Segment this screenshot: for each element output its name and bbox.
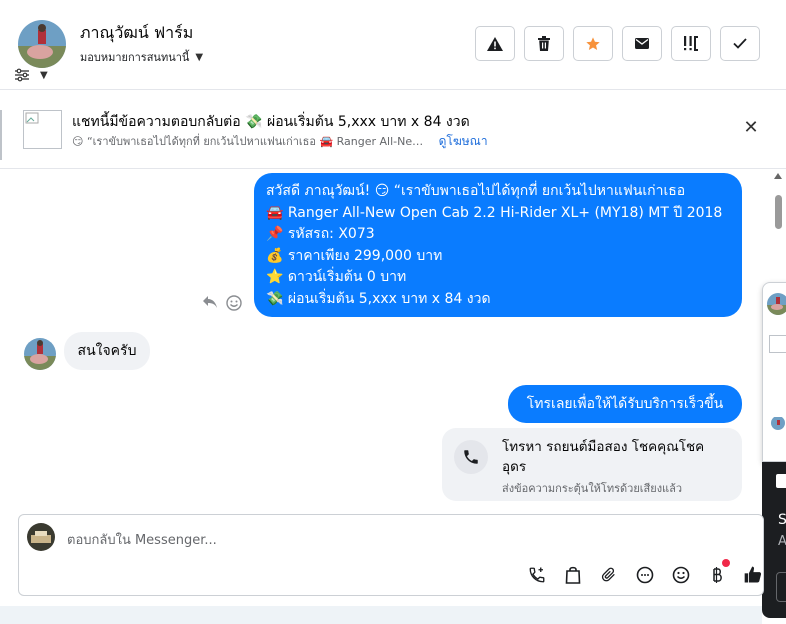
conversation-header: ภาณุวัฒน์ ฟาร์ม มอบหมายการสนทนานี้ ▼ ▼: [0, 0, 786, 90]
shopping-bag-icon[interactable]: [561, 563, 585, 587]
message-line: 🚘 Ranger All-New Open Cab 2.2 Hi-Rider X…: [266, 204, 723, 221]
emoji-icon[interactable]: [669, 563, 693, 587]
conversation-actions: [475, 26, 760, 61]
chevron-down-icon: ▼: [195, 51, 204, 63]
dark-panel-button[interactable]: [776, 572, 786, 602]
follow-up-icon: [684, 36, 698, 51]
star-button[interactable]: [573, 26, 613, 61]
outgoing-message[interactable]: สวัสดี ภาณุวัฒน์! 😏 “เราขับพาเธอไปได้ทุก…: [254, 173, 742, 317]
sliders-icon: [15, 68, 29, 82]
reply-icon[interactable]: [202, 295, 218, 309]
assign-conversation-dropdown[interactable]: มอบหมายการสนทนานี้ ▼: [80, 48, 203, 66]
delete-button[interactable]: [524, 26, 564, 61]
message-line: สวัสดี ภาณุวัฒน์! 😏 “เราขับพาเธอไปได้ทุก…: [266, 183, 686, 199]
star-icon: [586, 36, 600, 50]
message-line: 💰 ราคาเพียง 299,000 บาท: [266, 247, 443, 264]
ad-thumbnail: [769, 335, 786, 353]
call-plus-icon[interactable]: [525, 563, 549, 587]
notification-dot: [722, 559, 730, 567]
banner-preview: 😏 “เราขับพาเธอไปได้ทุกที่ ยกเว้นไปหาแฟนเ…: [72, 132, 488, 151]
payment-icon[interactable]: [705, 559, 730, 587]
mark-spam-button[interactable]: [475, 26, 515, 61]
message-line: 📌 รหัสรถ: X073: [266, 226, 375, 242]
messenger-inbox: ภาณุวัฒน์ ฟาร์ม มอบหมายการสนทนานี้ ▼ ▼ แ…: [0, 0, 786, 624]
emoji-react-icon[interactable]: [226, 295, 242, 311]
page-avatar: [27, 523, 55, 551]
close-icon[interactable]: ✕: [742, 117, 760, 138]
scroll-up-arrow-icon[interactable]: [774, 173, 782, 179]
trash-icon: [538, 36, 550, 51]
incoming-message[interactable]: สนใจครับ: [64, 332, 150, 370]
check-icon: [733, 38, 747, 49]
ad-reply-banner: แชทนี้มีข้อความตอบกลับต่อ 💸 ผ่อนเริ่มต้น…: [0, 91, 786, 169]
filter-dropdown[interactable]: ▼: [14, 68, 48, 82]
chevron-down-icon: ▼: [40, 69, 48, 81]
mark-done-button[interactable]: [720, 26, 760, 61]
page-footer-strip: [0, 606, 762, 624]
warning-icon: [487, 36, 503, 51]
message-line: ⭐ ดาวน์เริ่มต้น 0 บาท: [266, 269, 407, 285]
contact-avatar: [771, 416, 785, 430]
banner-title: แชทนี้มีข้อความตอบกลับต่อ 💸 ผ่อนเริ่มต้น…: [72, 114, 470, 130]
banner-preview-text: 😏 “เราขับพาเธอไปได้ทุกที่ ยกเว้นไปหาแฟนเ…: [72, 135, 424, 148]
assign-label: มอบหมายการสนทนานี้: [80, 51, 190, 64]
call-request-card[interactable]: โทรหา รถยนต์มือสอง โชคคุณโชค อุดร ส่งข้อ…: [442, 428, 742, 501]
mark-unread-button[interactable]: [622, 26, 662, 61]
thumbs-up-icon[interactable]: [741, 563, 765, 587]
outgoing-message[interactable]: โทรเลยเพื่อให้ได้รับบริการเร็วขึ้น: [508, 385, 742, 423]
phone-icon: [454, 440, 488, 474]
broken-image-icon: [25, 112, 39, 124]
contact-avatar: [767, 293, 786, 315]
call-card-subtitle: ส่งข้อความกระตุ้นให้โทรด้วยเสียงแล้ว: [502, 482, 683, 495]
message-line: 💸 ผ่อนเริ่มต้น 5,xxx บาท x 84 งวด: [266, 290, 491, 307]
dark-panel-text: A: [778, 534, 786, 549]
call-card-title: โทรหา รถยนต์มือสอง โชคคุณโชค อุดร: [502, 439, 705, 475]
contact-avatar[interactable]: [18, 20, 66, 68]
scroll-thumb[interactable]: [775, 195, 782, 229]
follow-up-button[interactable]: [671, 26, 711, 61]
attachment-icon[interactable]: [597, 563, 621, 587]
reply-input[interactable]: ตอบกลับใน Messenger...: [67, 529, 217, 550]
envelope-icon: [635, 38, 649, 49]
contact-avatar[interactable]: [24, 338, 56, 370]
contact-name[interactable]: ภาณุวัฒน์ ฟาร์ม: [80, 21, 193, 46]
calendar-icon: [776, 474, 786, 488]
message-hover-actions: [202, 295, 242, 311]
dark-panel-text: S: [778, 512, 786, 528]
ad-thumbnail[interactable]: [23, 110, 62, 149]
dark-popup-panel[interactable]: S A: [762, 462, 786, 618]
side-popup-panel[interactable]: [762, 282, 786, 462]
reply-composer: ตอบกลับใน Messenger...: [18, 514, 764, 596]
view-ad-link[interactable]: ดูโฆษณา: [439, 134, 488, 148]
saved-reply-icon[interactable]: [633, 563, 657, 587]
divider: [0, 110, 2, 160]
composer-toolbar: [525, 559, 765, 587]
